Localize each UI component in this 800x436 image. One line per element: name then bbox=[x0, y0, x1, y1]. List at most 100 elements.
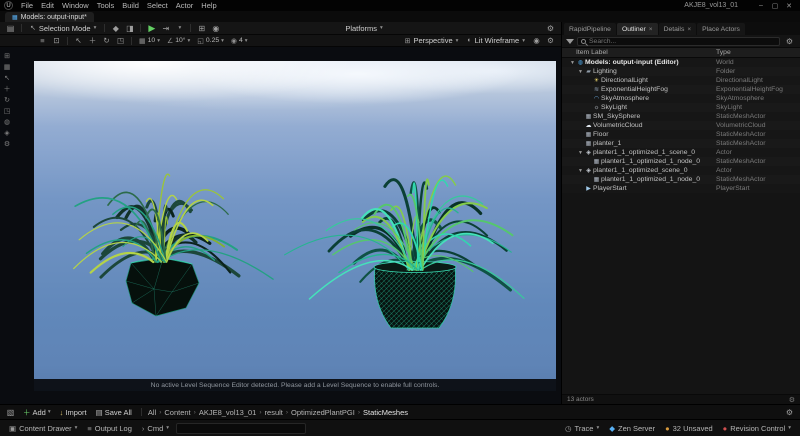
side-toolbar-icon[interactable]: ↻ bbox=[1, 95, 13, 105]
cmd-button[interactable]: ›Cmd▾ bbox=[138, 424, 173, 433]
perspective-dropdown[interactable]: ⊞ Perspective ▾ bbox=[401, 35, 463, 46]
breadcrumb-item[interactable]: StaticMeshes bbox=[362, 408, 409, 417]
cinematics-icon[interactable]: ◨ bbox=[123, 23, 136, 34]
type-column-header[interactable]: Type bbox=[716, 49, 800, 56]
outliner-view-options-gear-icon[interactable]: ⚙ bbox=[789, 396, 795, 404]
view-mode-dropdown[interactable]: ◐ Lit Wireframe ▾ bbox=[463, 35, 529, 46]
grid-snap-control[interactable]: ▦10▾ bbox=[136, 36, 163, 46]
outliner-settings-gear-icon[interactable]: ⚙ bbox=[783, 36, 796, 47]
save-all-button[interactable]: ▤Save All bbox=[92, 406, 136, 418]
outliner-row[interactable]: ▼◍Models: output-input (Editor)World bbox=[562, 58, 800, 67]
side-toolbar-icon[interactable]: ◳ bbox=[1, 106, 13, 116]
rotation-snap-control[interactable]: ∠10°▾ bbox=[164, 36, 193, 46]
viewport-settings-gear-icon[interactable]: ⚙ bbox=[544, 36, 557, 46]
outliner-row[interactable]: ≋ExponentialHeightFogExponentialHeightFo… bbox=[562, 85, 800, 94]
add-button[interactable]: ＋Add▾ bbox=[19, 406, 55, 418]
outliner-row[interactable]: ☀DirectionalLightDirectionalLight bbox=[562, 76, 800, 85]
side-toolbar-icon[interactable]: ⚙ bbox=[1, 139, 13, 149]
outliner-row[interactable]: ▶PlayerStartPlayerStart bbox=[562, 184, 800, 193]
eye-icon[interactable]: ◉ bbox=[209, 23, 222, 34]
breadcrumb-item[interactable]: Content bbox=[163, 408, 191, 417]
menu-actor[interactable]: Actor bbox=[172, 1, 198, 10]
outliner-row[interactable]: ▼◈planter1_1_optimized_1_scene_0Actor bbox=[562, 148, 800, 157]
move-tool-icon[interactable]: ＋ bbox=[86, 36, 99, 46]
rotate-tool-icon[interactable]: ↻ bbox=[100, 36, 113, 46]
outliner-row[interactable]: ☼SkyLightSkyLight bbox=[562, 103, 800, 112]
tab-rapidpipeline[interactable]: RapidPipeline bbox=[564, 23, 616, 35]
maximize-icon[interactable]: ▢ bbox=[768, 2, 782, 10]
content-browser-icon[interactable]: ▧ bbox=[4, 407, 17, 418]
play-button[interactable]: ▶ bbox=[145, 23, 158, 34]
scale-tool-icon[interactable]: ◳ bbox=[114, 36, 127, 46]
camera-speed-control[interactable]: ◉4▾ bbox=[228, 36, 251, 46]
outliner-row[interactable]: ▦FloorStaticMeshActor bbox=[562, 130, 800, 139]
side-toolbar-icon[interactable]: ◈ bbox=[1, 128, 13, 138]
tab-place-actors[interactable]: Place Actors bbox=[697, 23, 745, 35]
skip-frame-icon[interactable]: ⇥ bbox=[159, 23, 172, 34]
content-settings-gear-icon[interactable]: ⚙ bbox=[783, 407, 796, 418]
revision-control-button[interactable]: ●Revision Control▾ bbox=[719, 424, 795, 433]
outliner-row[interactable]: ▦planter1_1_optimized_1_node_0StaticMesh… bbox=[562, 157, 800, 166]
select-tool-icon[interactable]: ↖ bbox=[72, 36, 85, 46]
menu-build[interactable]: Build bbox=[118, 1, 143, 10]
expand-chevron-icon[interactable]: ▼ bbox=[577, 150, 584, 156]
platforms-dropdown[interactable]: Platforms ▾ bbox=[341, 23, 386, 34]
viewport-menu-icon[interactable]: ≡ bbox=[36, 36, 49, 46]
console-command-input[interactable] bbox=[176, 423, 306, 434]
import-button[interactable]: ↓Import bbox=[56, 406, 91, 418]
menu-tools[interactable]: Tools bbox=[93, 1, 119, 10]
outliner-search-box[interactable] bbox=[577, 37, 780, 46]
scale-snap-control[interactable]: ◱0.25▾ bbox=[194, 36, 227, 46]
play-options-chevron-icon[interactable]: ▾ bbox=[173, 23, 186, 34]
close-tab-icon[interactable]: × bbox=[649, 26, 653, 33]
trace-button[interactable]: ◷Trace▾ bbox=[561, 424, 603, 433]
side-toolbar-icon[interactable]: ＋ bbox=[1, 84, 13, 94]
menu-help[interactable]: Help bbox=[197, 1, 220, 10]
outliner-row[interactable]: ▼▰LightingFolder bbox=[562, 67, 800, 76]
tab-models-output-input[interactable]: ▦ Models: output-input* bbox=[5, 12, 94, 22]
expand-chevron-icon[interactable]: ▼ bbox=[569, 60, 576, 66]
side-toolbar-icon[interactable]: ⊞ bbox=[1, 51, 13, 61]
zen-server-status[interactable]: ◆Zen Server bbox=[605, 424, 659, 433]
output-log-button[interactable]: ≡Output Log bbox=[83, 424, 136, 433]
tab-outliner[interactable]: Outliner× bbox=[617, 23, 658, 35]
unreal-logo-icon[interactable]: U bbox=[4, 1, 13, 10]
save-icon[interactable]: ▤ bbox=[4, 23, 17, 34]
show-flags-eye-icon[interactable]: ◉ bbox=[530, 36, 543, 46]
outliner-row[interactable]: ▦planter_1StaticMeshActor bbox=[562, 139, 800, 148]
tab-details[interactable]: Details× bbox=[659, 23, 697, 35]
expand-chevron-icon[interactable]: ▼ bbox=[577, 69, 584, 75]
minimize-icon[interactable]: – bbox=[754, 2, 768, 9]
close-tab-icon[interactable]: × bbox=[687, 26, 691, 33]
blueprints-icon[interactable]: ◆ bbox=[109, 23, 122, 34]
search-input[interactable] bbox=[589, 38, 776, 45]
selection-mode-dropdown[interactable]: ↖ Selection Mode ▾ bbox=[26, 23, 100, 34]
menu-file[interactable]: File bbox=[17, 1, 37, 10]
item-label-column-header[interactable]: Item Label bbox=[576, 49, 608, 56]
outliner-row[interactable]: ▼◈planter1_1_optimized_scene_0Actor bbox=[562, 166, 800, 175]
outliner-row[interactable]: ▦SM_SkySphereStaticMeshActor bbox=[562, 112, 800, 121]
outliner-row[interactable]: ◠SkyAtmosphereSkyAtmosphere bbox=[562, 94, 800, 103]
side-toolbar-icon[interactable]: ◍ bbox=[1, 117, 13, 127]
unsaved-count[interactable]: ●32 Unsaved bbox=[661, 424, 717, 433]
settings-gear-icon[interactable]: ⚙ bbox=[544, 23, 557, 34]
breadcrumb-item[interactable]: result bbox=[264, 408, 284, 417]
outliner-row[interactable]: ▦planter1_1_optimized_1_node_0StaticMesh… bbox=[562, 175, 800, 184]
level-viewport[interactable]: No active Level Sequence Editor detected… bbox=[0, 47, 561, 404]
plant-left bbox=[74, 174, 273, 316]
maximize-viewport-icon[interactable]: ⊡ bbox=[50, 36, 63, 46]
outliner-row[interactable]: ☁VolumetricCloudVolumetricCloud bbox=[562, 121, 800, 130]
breadcrumb-item[interactable]: AKJE8_vol13_01 bbox=[198, 408, 258, 417]
side-toolbar-icon[interactable]: ▦ bbox=[1, 62, 13, 72]
menu-window[interactable]: Window bbox=[58, 1, 93, 10]
breadcrumb-item[interactable]: OptimizedPlantPGI bbox=[290, 408, 356, 417]
expand-chevron-icon[interactable]: ▼ bbox=[577, 168, 584, 174]
menu-edit[interactable]: Edit bbox=[37, 1, 58, 10]
filter-funnel-icon[interactable] bbox=[566, 39, 574, 44]
menu-select[interactable]: Select bbox=[143, 1, 172, 10]
content-drawer-button[interactable]: ▣Content Drawer▾ bbox=[5, 424, 81, 433]
close-icon[interactable]: ✕ bbox=[782, 2, 796, 10]
grid-icon[interactable]: ⊞ bbox=[195, 23, 208, 34]
breadcrumb-item[interactable]: All bbox=[147, 408, 157, 417]
side-toolbar-icon[interactable]: ↖ bbox=[1, 73, 13, 83]
